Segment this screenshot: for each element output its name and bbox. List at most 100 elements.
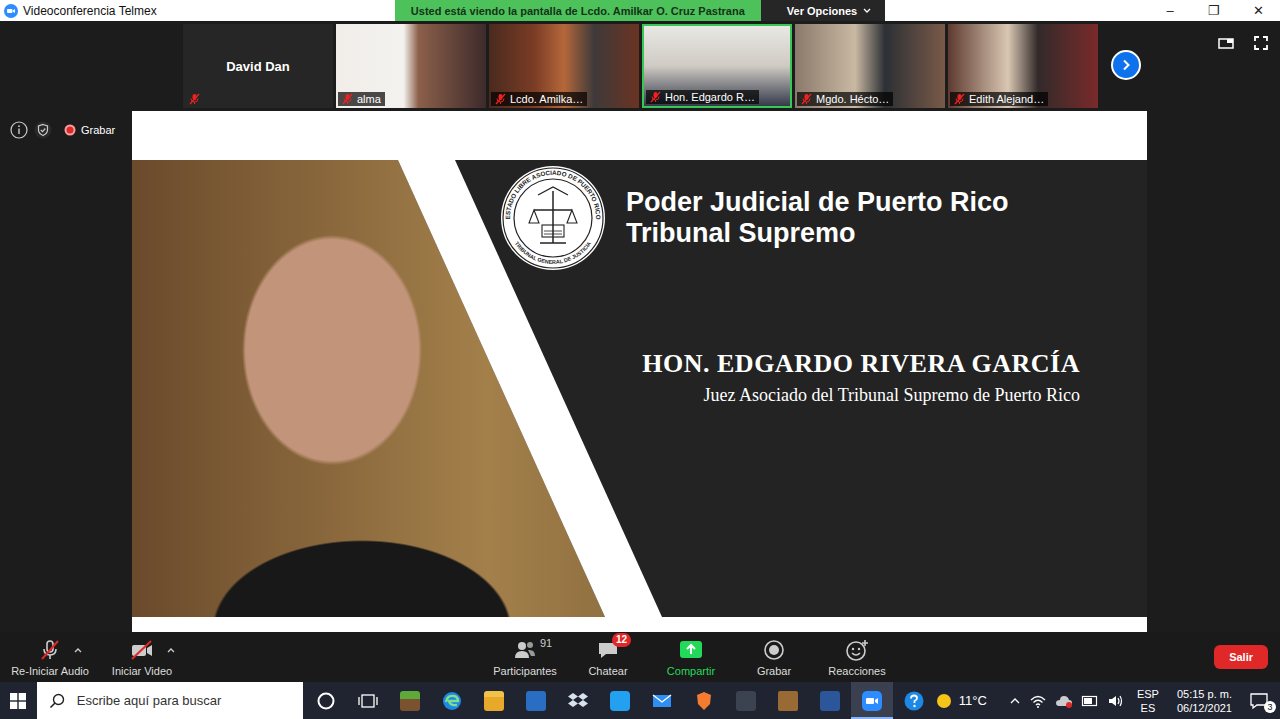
banner-text: Usted está viendo la pantalla de Lcdo. A… — [395, 0, 761, 21]
reactions-icon — [844, 638, 870, 662]
fullscreen-icon[interactable] — [1254, 36, 1268, 50]
window-control-button[interactable]: ✕ — [1236, 0, 1280, 21]
window-title: Videoconferencia Telmex — [23, 4, 157, 18]
taskbar-app[interactable] — [683, 682, 725, 719]
explorer-icon — [484, 691, 504, 711]
weather-widget[interactable]: 11°C — [935, 692, 987, 710]
participant-tile[interactable]: David Dan — [183, 24, 333, 108]
toolbar-label: Reacciones — [828, 665, 885, 677]
video-off-icon — [129, 638, 155, 662]
notification-center[interactable]: 3 — [1246, 691, 1274, 711]
toolbar-label: Participantes — [493, 665, 557, 677]
brave-icon — [693, 690, 715, 712]
zoom-app-icon — [861, 690, 883, 712]
taskbar: Escribe aquí para buscar 11°C ESPES 05:15 p… — [0, 682, 1280, 719]
taskbar-app[interactable] — [809, 682, 851, 719]
window-control-button[interactable]: – — [1148, 0, 1192, 21]
dropbox-icon — [567, 690, 589, 712]
slide-judge-role: Juez Asociado del Tribunal Supremo de Pu… — [704, 385, 1080, 406]
taskbar-app[interactable] — [347, 682, 389, 719]
vscode-icon — [610, 691, 630, 711]
taskbar-app[interactable] — [767, 682, 809, 719]
toolbar-button[interactable]: Iniciar Video — [98, 637, 186, 677]
taskbar-app[interactable] — [557, 682, 599, 719]
participant-label: alma — [338, 92, 385, 106]
participant-tile[interactable]: Lcdo. Amilka… — [489, 24, 639, 108]
info-icon[interactable] — [10, 121, 28, 139]
help-icon — [903, 690, 925, 712]
security-shield-icon[interactable] — [34, 121, 52, 139]
toolbar-button[interactable]: 12Chatear — [568, 637, 648, 677]
participant-name: David Dan — [226, 59, 290, 74]
taskbar-app[interactable] — [893, 682, 935, 719]
taskbar-app[interactable] — [641, 682, 683, 719]
start-button[interactable] — [0, 682, 37, 719]
muted-mic-icon — [801, 93, 812, 105]
search-icon — [49, 693, 65, 709]
participant-tile[interactable]: Mgdo. Hécto… — [795, 24, 945, 108]
unread-badge: 12 — [612, 633, 631, 647]
participant-tile[interactable]: Hon. Edgardo R… — [642, 24, 792, 108]
toolbar-button[interactable]: Compartir — [651, 637, 731, 677]
zoom-window: Videoconferencia Telmex Usted está viendo… — [0, 0, 1280, 719]
svg-text:TRIBUNAL GENERAL DE JUSTICIA: TRIBUNAL GENERAL DE JUSTICIA — [514, 240, 592, 265]
shared-slide: ESTADO LIBRE ASOCIADO DE PUERTO RICOTRIB… — [132, 111, 1147, 632]
taskbar-app[interactable] — [431, 682, 473, 719]
muted-mic-icon — [954, 93, 965, 105]
recording-indicator[interactable]: Grabar — [64, 124, 115, 136]
participant-count: 91 — [540, 637, 552, 649]
battery-icon[interactable] — [1081, 693, 1099, 709]
input-language[interactable]: ESPES — [1137, 687, 1159, 715]
participant-label: Mgdo. Hécto… — [797, 92, 893, 106]
notification-count: 3 — [1264, 701, 1276, 713]
toolbar-button[interactable]: Re-Iniciar Audio — [6, 637, 94, 677]
title-bar: Videoconferencia Telmex Usted está viendo… — [0, 0, 1280, 21]
cortana-icon — [316, 691, 336, 711]
participant-name: alma — [357, 93, 381, 105]
taskbar-app[interactable] — [305, 682, 347, 719]
taskbar-search[interactable]: Escribe aquí para buscar — [37, 682, 303, 719]
chest-icon — [778, 691, 798, 711]
participant-tile[interactable]: Edith Alejand… — [948, 24, 1098, 108]
toolbar-button[interactable]: Reacciones — [817, 637, 897, 677]
meeting-area: David Dan alma Lcdo. Amilka… Hon. Edgardo R… — [0, 21, 1280, 682]
mail-icon — [651, 690, 673, 712]
clock-date: 06/12/2021 — [1177, 701, 1232, 715]
wifi-icon[interactable] — [1029, 693, 1047, 709]
toolbar-button[interactable]: Grabar — [734, 637, 814, 677]
search-placeholder: Escribe aquí para buscar — [77, 693, 222, 708]
volume-icon[interactable] — [1107, 693, 1125, 709]
next-page-button[interactable] — [1111, 50, 1141, 80]
clock[interactable]: 05:15 p. m.06/12/2021 — [1177, 687, 1232, 715]
slide-court: Tribunal Supremo — [626, 218, 1009, 249]
clock-time: 05:15 p. m. — [1177, 687, 1232, 701]
participant-tile[interactable]: alma — [336, 24, 486, 108]
taskbar-app[interactable] — [389, 682, 431, 719]
taskbar-app[interactable] — [851, 682, 893, 719]
onedrive-icon[interactable] — [1055, 693, 1073, 709]
windows-logo-icon — [10, 693, 26, 709]
taskbar-app[interactable] — [725, 682, 767, 719]
record-dot-icon — [64, 124, 76, 136]
view-options-button[interactable]: Ver Opciones — [761, 0, 885, 21]
participant-name: Lcdo. Amilka… — [510, 93, 583, 105]
recording-label: Grabar — [81, 124, 115, 136]
participant-label: Hon. Edgardo R… — [646, 90, 759, 104]
toolbar-button[interactable]: 91 Participantes — [485, 637, 565, 677]
tray-chevron-icon[interactable] — [1009, 696, 1021, 706]
chevron-up-icon[interactable] — [74, 647, 82, 653]
store-icon — [526, 691, 546, 711]
toolbar-label: Chatear — [588, 665, 627, 677]
window-control-button[interactable]: ❐ — [1192, 0, 1236, 21]
muted-mic-icon — [650, 91, 661, 103]
view-mode-icon[interactable] — [1218, 36, 1234, 50]
toolbar-label: Grabar — [757, 665, 791, 677]
leave-button[interactable]: Salir — [1214, 645, 1268, 669]
weather-temperature: 11°C — [959, 693, 987, 708]
muted-mic-icon — [189, 93, 200, 105]
record-icon — [762, 638, 786, 662]
taskbar-app[interactable] — [599, 682, 641, 719]
chevron-up-icon[interactable] — [167, 647, 175, 653]
taskbar-app[interactable] — [515, 682, 557, 719]
taskbar-app[interactable] — [473, 682, 515, 719]
